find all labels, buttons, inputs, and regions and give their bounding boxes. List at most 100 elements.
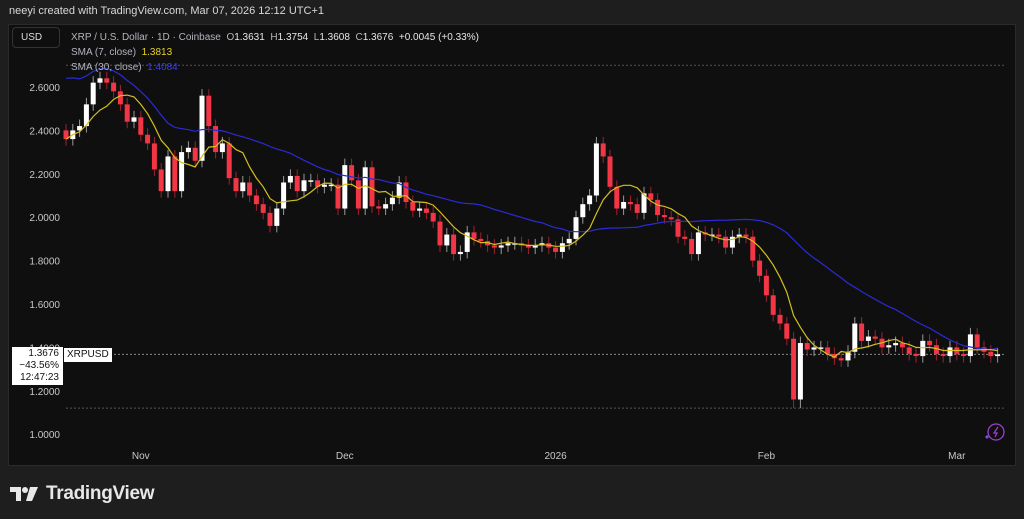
y-tick-label: 1.2000	[29, 387, 60, 398]
candle-body	[600, 143, 606, 157]
high-label: H	[270, 32, 278, 43]
candle	[600, 136, 606, 163]
candle	[553, 241, 559, 259]
candle	[90, 76, 96, 111]
candle	[825, 340, 831, 361]
candle-body	[505, 243, 511, 246]
lightning-icon-circle	[987, 423, 1005, 441]
candle	[457, 245, 463, 261]
candle-body	[906, 347, 912, 354]
candle	[267, 206, 273, 233]
candle-body	[940, 353, 946, 357]
candle-body	[308, 180, 314, 182]
candle-body	[777, 314, 783, 324]
candle-body	[267, 212, 273, 226]
candle	[464, 225, 470, 259]
candle	[369, 160, 375, 213]
candle-body	[573, 217, 579, 239]
candle-body	[444, 234, 450, 246]
candle-body	[321, 184, 327, 187]
candle-body	[559, 243, 565, 252]
candle-body	[723, 236, 729, 248]
last-price-label: 1.3676 −43.56% 12:47:23	[12, 347, 63, 385]
y-tick-label: 1.6000	[29, 300, 60, 311]
candle-body	[151, 143, 157, 170]
x-tick-label: Nov	[132, 451, 150, 462]
tradingview-logo[interactable]: TradingView	[10, 483, 155, 505]
candle	[845, 345, 851, 367]
candle-body	[124, 104, 130, 122]
candle-body	[349, 165, 355, 181]
candle-body	[614, 186, 620, 209]
candle	[566, 232, 572, 250]
candle-body	[233, 178, 239, 192]
candle-body	[240, 182, 246, 192]
candle	[580, 197, 586, 224]
candle-body	[580, 204, 586, 218]
candle	[396, 175, 402, 205]
candle-body	[369, 167, 375, 207]
candle-body	[961, 353, 967, 357]
candle	[308, 173, 314, 187]
candle	[947, 340, 953, 363]
candle	[532, 238, 538, 255]
sma30-line	[65, 68, 998, 351]
candle	[525, 238, 531, 255]
candle-body	[253, 195, 259, 205]
candle-body	[219, 143, 225, 153]
candle	[383, 197, 389, 216]
candle	[634, 197, 640, 220]
bar-countdown: 12:47:23	[20, 372, 59, 383]
sma30-label: SMA (30, close)	[71, 62, 142, 73]
candle-body	[763, 275, 769, 296]
candle-body	[342, 165, 348, 209]
x-tick-label: Mar	[948, 451, 966, 462]
legend-sma7[interactable]: SMA (7, close) 1.3813	[71, 45, 479, 60]
candle-body	[682, 236, 688, 239]
candle-body	[634, 204, 640, 213]
candle-body	[865, 336, 871, 341]
candle	[478, 232, 484, 248]
candle-body	[104, 78, 110, 83]
candle	[648, 186, 654, 207]
legend-sma30[interactable]: SMA (30, close) 1.4084	[71, 60, 479, 75]
candle	[430, 206, 436, 229]
candle	[675, 212, 681, 244]
candle	[967, 327, 973, 363]
candle-body	[423, 208, 429, 213]
candle	[158, 162, 164, 198]
candle	[587, 188, 593, 211]
candle	[498, 238, 504, 255]
sma7-value: 1.3813	[141, 47, 173, 58]
candle	[240, 175, 246, 198]
lightning-icon[interactable]	[985, 423, 1005, 441]
legend-ohlc-row: XRP / U.S. Dollar · 1D · Coinbase O1.363…	[71, 30, 479, 45]
candle-body	[689, 238, 695, 255]
candle	[729, 230, 735, 255]
candle	[797, 336, 803, 409]
candle	[117, 84, 123, 111]
sma7-label: SMA (7, close)	[71, 47, 137, 58]
candle	[417, 202, 423, 218]
legend-symbol-title[interactable]: XRP / U.S. Dollar · 1D · Coinbase	[71, 32, 221, 43]
candle	[607, 149, 613, 194]
candle-body	[478, 238, 484, 242]
candle-body	[668, 217, 674, 220]
candle-body	[553, 247, 559, 252]
candle-body	[471, 232, 477, 239]
candle-body	[920, 340, 926, 357]
candle	[63, 123, 69, 146]
candle-body	[621, 202, 627, 209]
candle	[213, 119, 219, 159]
candle	[335, 178, 341, 216]
candle	[165, 149, 171, 198]
candle-body	[491, 245, 497, 248]
candle	[852, 317, 858, 359]
price-change-percent: −43.56%	[19, 360, 59, 371]
candle-body	[172, 156, 178, 192]
candle-body	[403, 182, 409, 203]
candlestick-chart[interactable]: 2.6000 2.4000 2.2000 2.0000 1.8000 1.6000 1.40…	[0, 0, 1024, 519]
symbol-tag: XRPUSD	[64, 348, 112, 362]
candle-body	[852, 323, 858, 352]
currency-button[interactable]: USD	[12, 27, 60, 48]
